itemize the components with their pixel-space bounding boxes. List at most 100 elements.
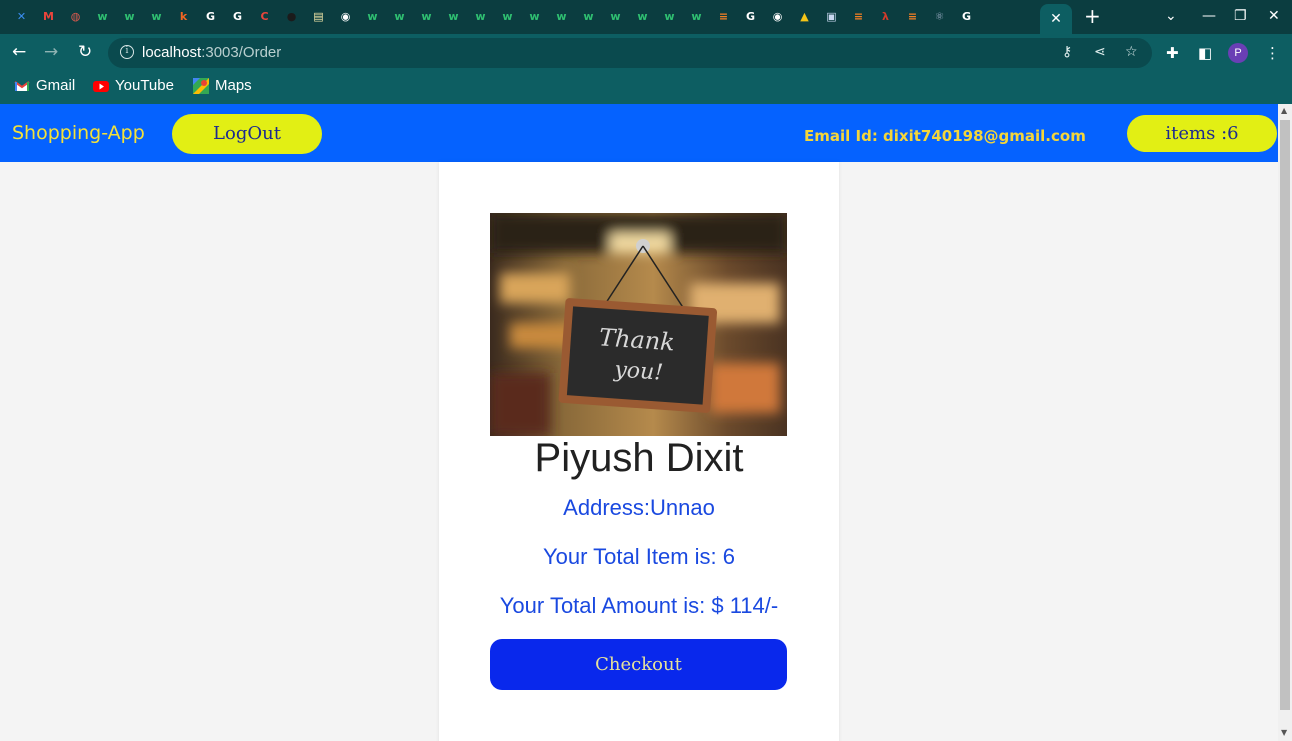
browser-tab[interactable]: ▲ <box>791 4 818 30</box>
browser-tab[interactable]: w <box>683 4 710 30</box>
site-info-icon[interactable]: i <box>120 45 134 59</box>
profile-avatar[interactable]: P <box>1228 43 1248 63</box>
close-window-icon[interactable]: ✕ <box>1268 8 1280 24</box>
bookmark-gmail[interactable]: Gmail <box>14 77 75 94</box>
chrome-icon: ◉ <box>772 10 783 23</box>
new-tab-button[interactable]: + <box>1084 4 1101 28</box>
extensions-icon[interactable]: ✚ <box>1166 44 1179 62</box>
star-icon[interactable]: ☆ <box>1125 44 1138 60</box>
browser-tab[interactable]: ⚛ <box>926 4 953 30</box>
browser-tab[interactable]: w <box>386 4 413 30</box>
minimize-icon[interactable]: — <box>1202 8 1216 24</box>
browser-tab[interactable]: w <box>467 4 494 30</box>
browser-tab[interactable]: M <box>35 4 62 30</box>
cart-items-button[interactable]: items :6 <box>1127 115 1277 152</box>
app-brand[interactable]: Shopping-App <box>12 122 145 144</box>
close-tab-icon[interactable]: ✕ <box>1050 11 1062 27</box>
scroll-down-icon[interactable]: ▼ <box>1281 728 1287 737</box>
order-card: Thank you! Piyush Dixit Address:Unnao Yo… <box>439 162 839 741</box>
key-icon[interactable]: ⚷ <box>1062 44 1072 60</box>
w-icon: w <box>529 10 540 23</box>
google-icon: G <box>745 10 756 23</box>
thank-you-text-line2: you! <box>613 357 664 385</box>
browser-tab[interactable]: ◍ <box>62 4 89 30</box>
user-email: Email Id: dixit740198@gmail.com <box>804 127 1086 145</box>
page-scrollbar[interactable]: ▲ ▼ <box>1278 104 1292 741</box>
tab-search-icon[interactable]: ⌄ <box>1165 8 1177 24</box>
browser-tab[interactable]: w <box>575 4 602 30</box>
address-bar[interactable]: i localhost:3003/Order ⚷ ⋖ ☆ <box>108 38 1152 68</box>
browser-tab[interactable]: k <box>170 4 197 30</box>
w-icon: w <box>367 10 378 23</box>
google-icon: G <box>205 10 216 23</box>
url-host: localhost <box>142 44 202 61</box>
browser-tab[interactable]: ≡ <box>710 4 737 30</box>
browser-tab[interactable]: w <box>359 4 386 30</box>
github-icon: ● <box>286 10 297 23</box>
browser-tab[interactable]: w <box>656 4 683 30</box>
browser-tab[interactable]: G <box>953 4 980 30</box>
k-icon: k <box>179 10 188 23</box>
stackoverflow-icon: ≡ <box>907 10 918 23</box>
app-icon: ▣ <box>826 10 837 23</box>
w-icon: w <box>421 10 432 23</box>
gmail-icon <box>14 78 30 94</box>
browser-tab[interactable]: G <box>197 4 224 30</box>
browser-tab[interactable]: ≡ <box>899 4 926 30</box>
menu-icon[interactable]: ⋮ <box>1265 44 1280 62</box>
back-icon[interactable]: ← <box>12 42 26 62</box>
bookmark-maps[interactable]: Maps <box>193 77 252 94</box>
browser-tab[interactable]: w <box>602 4 629 30</box>
side-panel-icon[interactable]: ◧ <box>1198 44 1212 62</box>
bookmark-label: YouTube <box>115 77 174 94</box>
react-icon: ⚛ <box>934 10 945 23</box>
reload-icon[interactable]: ↻ <box>78 42 92 62</box>
share-icon[interactable]: ⋖ <box>1094 44 1106 60</box>
thank-you-image: Thank you! <box>490 213 787 436</box>
browser-tab[interactable]: C <box>251 4 278 30</box>
browser-tab[interactable]: w <box>629 4 656 30</box>
w-icon: w <box>151 10 162 23</box>
browser-tab[interactable]: ✕ <box>8 4 35 30</box>
bookmark-label: Gmail <box>36 77 76 94</box>
google-icon: G <box>232 10 243 23</box>
browser-tab[interactable]: ● <box>278 4 305 30</box>
page-viewport: Shopping-App LogOut Email Id: dixit74019… <box>0 104 1278 741</box>
browser-tab[interactable]: w <box>413 4 440 30</box>
browser-tab[interactable]: w <box>143 4 170 30</box>
scroll-thumb[interactable] <box>1280 120 1290 710</box>
browser-tab[interactable]: w <box>548 4 575 30</box>
browser-tab[interactable]: ◉ <box>332 4 359 30</box>
bookmark-youtube[interactable]: YouTube <box>93 77 174 94</box>
browser-tab[interactable]: w <box>116 4 143 30</box>
w-icon: w <box>691 10 702 23</box>
w-icon: w <box>610 10 621 23</box>
browser-tab[interactable]: w <box>521 4 548 30</box>
browser-tab[interactable]: w <box>440 4 467 30</box>
customer-name: Piyush Dixit <box>534 436 744 480</box>
url-text[interactable]: localhost:3003/Order <box>142 44 281 61</box>
w-icon: w <box>556 10 567 23</box>
scroll-up-icon[interactable]: ▲ <box>1281 106 1287 115</box>
browser-tab[interactable]: ▣ <box>818 4 845 30</box>
logout-button[interactable]: LogOut <box>172 114 322 154</box>
browser-tab[interactable]: ▤ <box>305 4 332 30</box>
browser-tab[interactable]: λ <box>872 4 899 30</box>
browser-tab[interactable]: G <box>737 4 764 30</box>
browser-tab[interactable]: w <box>89 4 116 30</box>
maps-icon <box>193 77 209 94</box>
chrome-icon: ◉ <box>340 10 351 23</box>
w-icon: w <box>583 10 594 23</box>
browser-tab[interactable]: w <box>494 4 521 30</box>
active-tab[interactable]: ✕ <box>1040 4 1072 34</box>
checkout-button[interactable]: Checkout <box>490 639 787 690</box>
tab-list: ✕ M ◍ w w w k G G C ● ▤ ◉ w w w w w w w w w w w w w ≡ G ◉ ▲ ▣ ≡ λ ≡ ⚛ G <box>8 4 980 30</box>
forward-icon[interactable]: → <box>44 42 58 62</box>
browser-tab[interactable]: ≡ <box>845 4 872 30</box>
google-icon: G <box>961 10 972 23</box>
browser-tab[interactable]: ◉ <box>764 4 791 30</box>
stackoverflow-icon: ≡ <box>718 10 729 23</box>
c-icon: C <box>260 10 269 23</box>
restore-icon[interactable]: ❐ <box>1234 8 1247 24</box>
browser-tab[interactable]: G <box>224 4 251 30</box>
